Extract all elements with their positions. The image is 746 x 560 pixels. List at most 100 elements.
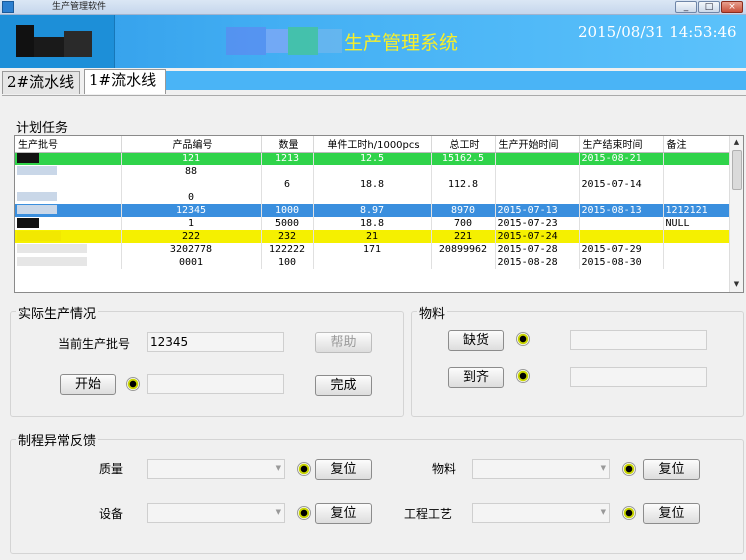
- current-batch-field[interactable]: 12345: [147, 332, 284, 352]
- table-cell: 700: [431, 217, 496, 230]
- col-header[interactable]: 单件工时h/1000pcs: [313, 136, 432, 153]
- table-cell: [15, 217, 122, 230]
- table-cell: [15, 256, 122, 269]
- table-row[interactable]: 222 232 21 221 2015-07-24: [15, 230, 730, 243]
- plan-table[interactable]: 生产批号 产品编号 数量 单件工时h/1000pcs 总工时 生产开始时间 生产…: [14, 135, 744, 293]
- table-cell: [663, 191, 730, 204]
- scroll-thumb[interactable]: [732, 150, 742, 190]
- table-cell: [15, 243, 122, 256]
- tab-strip-fill: [166, 71, 746, 90]
- col-header[interactable]: 数量: [261, 136, 314, 153]
- help-button[interactable]: 帮助: [315, 332, 372, 353]
- table-cell: 8.97: [313, 204, 432, 217]
- col-header[interactable]: 产品编号: [121, 136, 262, 153]
- table-cell: [261, 191, 314, 204]
- redacted-batch-number: [17, 244, 87, 253]
- actual-section-title: 实际生产情况: [16, 303, 99, 322]
- start-button[interactable]: 开始: [60, 374, 116, 395]
- table-cell: [121, 178, 262, 191]
- tab-line-1[interactable]: 1#流水线: [84, 69, 166, 94]
- table-cell: 2015-07-13: [495, 204, 580, 217]
- table-vertical-scrollbar[interactable]: ▲ ▼: [729, 136, 743, 292]
- plan-section-title: 计划任务: [16, 121, 69, 136]
- table-cell: [579, 191, 664, 204]
- table-cell: [663, 243, 730, 256]
- shortage-button[interactable]: 缺货: [448, 330, 504, 351]
- table-cell: 222: [121, 230, 262, 243]
- material-section-title: 物料: [417, 303, 448, 322]
- close-button[interactable]: ×: [721, 1, 743, 13]
- table-cell: 20899962: [431, 243, 496, 256]
- finish-button[interactable]: 完成: [315, 375, 372, 396]
- start-status-field[interactable]: [147, 374, 284, 394]
- table-cell: 12.5: [313, 152, 432, 165]
- process-select[interactable]: ▼: [472, 503, 610, 523]
- chevron-down-icon: ▼: [275, 464, 281, 472]
- table-cell: [579, 165, 664, 178]
- minimize-button[interactable]: _: [675, 1, 697, 13]
- table-cell: [313, 191, 432, 204]
- quality-indicator-icon: [297, 462, 311, 476]
- scroll-up-icon[interactable]: ▲: [730, 136, 743, 149]
- table-row[interactable]: 88: [15, 165, 730, 178]
- table-cell: [663, 178, 730, 191]
- table-cell: [663, 230, 730, 243]
- equipment-select[interactable]: ▼: [147, 503, 285, 523]
- table-cell: 2015-07-28: [495, 243, 580, 256]
- material-fb-label: 物料: [432, 462, 457, 476]
- table-cell: [431, 191, 496, 204]
- table-cell: [15, 152, 122, 165]
- table-cell: [313, 165, 432, 178]
- col-header[interactable]: 总工时: [431, 136, 496, 153]
- table-row[interactable]: 0: [15, 191, 730, 204]
- ready-button[interactable]: 到齐: [448, 367, 504, 388]
- col-header[interactable]: 生产批号: [15, 136, 122, 153]
- table-row[interactable]: 1 5000 18.8 700 2015-07-23 NULL: [15, 217, 730, 230]
- ready-status-field[interactable]: [570, 367, 707, 387]
- table-row[interactable]: 6 18.8 112.8 2015-07-14: [15, 178, 730, 191]
- table-cell: 12345: [121, 204, 262, 217]
- redacted-batch-number: [17, 192, 57, 201]
- table-cell: 2015-07-23: [495, 217, 580, 230]
- shortage-indicator-icon: [516, 332, 530, 346]
- table-cell: [15, 165, 122, 178]
- table-row[interactable]: 0001 100 2015-08-28 2015-08-30: [15, 256, 730, 269]
- scroll-down-icon[interactable]: ▼: [730, 278, 743, 291]
- system-title: 生产管理系统: [344, 32, 459, 54]
- chevron-down-icon: ▼: [275, 508, 281, 516]
- quality-reset-button[interactable]: 复位: [315, 459, 372, 480]
- exception-feedback-group: [10, 439, 744, 554]
- table-cell: 171: [313, 243, 432, 256]
- quality-select[interactable]: ▼: [147, 459, 285, 479]
- table-cell: 1212121: [663, 204, 730, 217]
- material-reset-button[interactable]: 复位: [643, 459, 700, 480]
- table-cell: 15162.5: [431, 152, 496, 165]
- process-label: 工程工艺: [404, 507, 453, 521]
- chevron-down-icon: ▼: [600, 464, 606, 472]
- table-cell: [261, 165, 314, 178]
- equipment-label: 设备: [99, 507, 124, 521]
- col-header[interactable]: 备注: [663, 136, 730, 153]
- table-header-row: 生产批号 产品编号 数量 单件工时h/1000pcs 总工时 生产开始时间 生产…: [15, 136, 730, 153]
- process-reset-button[interactable]: 复位: [643, 503, 700, 524]
- table-cell: [663, 152, 730, 165]
- col-header[interactable]: 生产开始时间: [495, 136, 580, 153]
- table-row[interactable]: 3202778 122222 171 20899962 2015-07-28 2015-0…: [15, 243, 730, 256]
- table-row[interactable]: 121 1213 12.5 15162.5 2015-08-21: [15, 152, 730, 165]
- table-cell: 0001: [121, 256, 262, 269]
- shortage-status-field[interactable]: [570, 330, 707, 350]
- app-icon: [2, 1, 14, 13]
- redacted-company-name: [226, 27, 266, 55]
- table-row[interactable]: 12345 1000 8.97 8970 2015-07-13 2015-08-13 121…: [15, 204, 730, 217]
- equipment-reset-button[interactable]: 复位: [315, 503, 372, 524]
- ready-indicator-icon: [516, 369, 530, 383]
- table-cell: 18.8: [313, 178, 432, 191]
- maximize-button[interactable]: □: [698, 1, 720, 13]
- col-header[interactable]: 生产结束时间: [579, 136, 664, 153]
- tab-line-2[interactable]: 2#流水线: [2, 71, 80, 94]
- table-cell: [15, 191, 122, 204]
- material-select[interactable]: ▼: [472, 459, 610, 479]
- redacted-batch-number: [17, 152, 39, 163]
- redacted-batch-number: [17, 217, 39, 228]
- actual-production-group: [10, 311, 404, 417]
